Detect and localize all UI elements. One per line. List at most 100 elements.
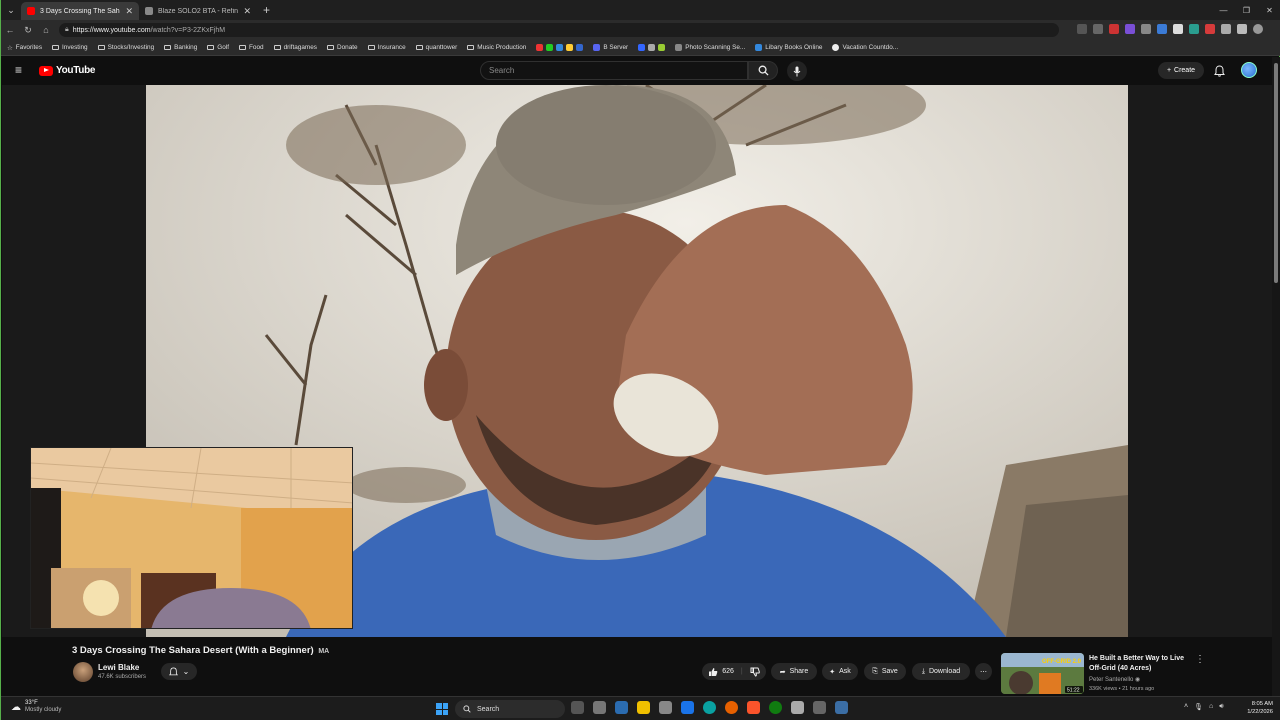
create-button[interactable]: + Create <box>1158 62 1204 79</box>
page-scrollbar[interactable] <box>1272 57 1280 697</box>
volume-icon[interactable]: 🔊︎ <box>1219 703 1223 711</box>
close-tab-icon[interactable]: ✕ <box>125 6 133 17</box>
extension-icon[interactable] <box>1125 24 1135 34</box>
recommended-title[interactable]: He Built a Better Way to Live Off-Grid (… <box>1089 654 1189 673</box>
weather-widget[interactable]: ☁ 33°F Mostly cloudy <box>11 700 61 714</box>
extension-icon[interactable] <box>1189 24 1199 34</box>
extensions-icon[interactable] <box>1221 24 1231 34</box>
network-icon[interactable]: ⌂ <box>1209 703 1213 711</box>
xbox-icon[interactable] <box>769 701 782 714</box>
subscription-notifications-button[interactable]: ⌄ <box>161 663 197 680</box>
settings-icon[interactable] <box>593 701 606 714</box>
extension-icon[interactable] <box>1141 24 1151 34</box>
reader-icon[interactable] <box>1077 24 1087 34</box>
search-input[interactable]: Search <box>480 61 748 80</box>
extension-icon[interactable] <box>1173 24 1183 34</box>
bookmark-folder-stocks[interactable]: Stocks/Investing <box>97 44 154 51</box>
tab-blaze-solo2[interactable]: Blaze SOLO2 BTA - Refined Airfin ✕ <box>139 2 257 20</box>
bookmark-photo-scanning[interactable]: Photo Scanning Se... <box>675 44 745 51</box>
tab-sahara-video[interactable]: 3 Days Crossing The Sahara Desert ✕ <box>21 2 139 20</box>
task-view-icon[interactable] <box>571 701 584 714</box>
new-tab-icon[interactable]: + <box>263 3 270 17</box>
like-button[interactable]: 626 <box>708 667 734 677</box>
microphone-icon[interactable]: 🎙︎ <box>1194 703 1203 711</box>
share-icon: ➦ <box>779 668 786 676</box>
site-icon[interactable] <box>566 44 574 51</box>
windows-start-icon[interactable] <box>436 703 448 715</box>
collections-icon[interactable] <box>1237 24 1247 34</box>
search-button[interactable] <box>748 61 778 80</box>
favorite-star-icon[interactable] <box>1093 24 1103 34</box>
restore-icon[interactable]: ❐ <box>1235 0 1258 20</box>
recommended-thumbnail[interactable]: OFF-GRID 2.0 51:22 <box>1001 653 1084 694</box>
notifications-button[interactable] <box>1214 64 1225 82</box>
refresh-icon[interactable]: ↻ <box>19 20 37 40</box>
site-icon[interactable] <box>576 44 584 51</box>
save-button[interactable]: ⎘ Save <box>864 663 906 680</box>
bookmark-vacation-countdown[interactable]: Vacation Countdo... <box>832 44 898 51</box>
ask-button[interactable]: ✦ Ask <box>822 663 858 680</box>
extension-icon[interactable] <box>1109 24 1119 34</box>
app-icon[interactable] <box>615 701 628 714</box>
bell-icon <box>1214 65 1225 77</box>
address-bar[interactable]: 🔒︎ https://www.youtube.com/watch?v=P3-2Z… <box>59 23 1059 37</box>
more-actions-button[interactable]: ⋯ <box>975 663 992 680</box>
home-icon[interactable]: ⌂ <box>37 20 55 40</box>
app-icon[interactable] <box>681 701 694 714</box>
steam-icon[interactable] <box>813 701 826 714</box>
taskbar-search[interactable]: Search <box>455 700 565 718</box>
minimize-icon[interactable]: — <box>1212 0 1235 20</box>
chevron-up-icon[interactable]: ˄ <box>1184 703 1188 711</box>
bookmark-b-server[interactable]: B Server <box>593 44 628 51</box>
extension-icon[interactable] <box>1157 24 1167 34</box>
close-window-icon[interactable]: ✕ <box>1258 0 1280 20</box>
gmail-icon[interactable] <box>536 44 544 51</box>
folder-icon <box>52 45 60 50</box>
site-icon[interactable] <box>648 44 656 51</box>
file-explorer-icon[interactable] <box>637 701 650 714</box>
close-tab-icon[interactable]: ✕ <box>243 6 251 17</box>
scrollbar-thumb[interactable] <box>1274 63 1278 283</box>
bookmark-folder-quanttower[interactable]: quanttower <box>415 44 457 51</box>
brave-icon[interactable] <box>747 701 760 714</box>
app-icon[interactable] <box>791 701 804 714</box>
recommended-more-icon[interactable]: ⋮ <box>1195 654 1205 665</box>
download-button[interactable]: ⤓ Download <box>912 663 970 680</box>
bookmark-favorites[interactable]: ☆ Favorites <box>7 44 42 52</box>
bookmark-library-books[interactable]: Libary Books Online <box>755 44 822 51</box>
site-icon[interactable] <box>556 44 564 51</box>
bookmark-folder-insurance[interactable]: Insurance <box>367 44 406 51</box>
youtube-logo[interactable]: YouTube <box>39 65 96 76</box>
account-avatar[interactable] <box>1241 62 1257 78</box>
extension-icon[interactable] <box>1205 24 1215 34</box>
voice-search-button[interactable] <box>787 61 807 81</box>
channel-avatar[interactable] <box>73 662 93 682</box>
back-icon[interactable]: ← <box>1 20 19 40</box>
app-icon[interactable] <box>835 701 848 714</box>
edge-icon[interactable] <box>703 701 716 714</box>
menu-icon[interactable]: ≡ <box>15 64 27 76</box>
phone-icon[interactable] <box>546 44 554 51</box>
discord-icon <box>593 44 601 51</box>
site-icon[interactable] <box>658 44 666 51</box>
share-button[interactable]: ➦ Share <box>771 663 817 680</box>
bookmark-folder-music[interactable]: Music Production <box>467 44 526 51</box>
calculator-icon[interactable] <box>659 701 672 714</box>
channel-name[interactable]: Lewi Blake <box>98 663 139 672</box>
search-icon <box>758 65 769 76</box>
bookmark-folder-donate[interactable]: Donate <box>326 44 358 51</box>
firefox-icon[interactable] <box>725 701 738 714</box>
url-host: https://www.youtube.com <box>72 26 151 34</box>
extension-icons <box>1077 24 1263 34</box>
site-icon[interactable] <box>638 44 646 51</box>
profile-icon[interactable] <box>1253 24 1263 34</box>
bookmark-folder-banking[interactable]: Banking <box>164 44 197 51</box>
recommended-channel[interactable]: Peter Santenello ◉ <box>1089 676 1140 683</box>
clock[interactable]: 8:05 AM 1/22/2026 <box>1241 700 1273 716</box>
bookmark-folder-investing[interactable]: Investing <box>52 44 88 51</box>
bookmark-folder-driftagames[interactable]: driftagames <box>273 44 317 51</box>
bookmark-folder-golf[interactable]: Golf <box>207 44 229 51</box>
bookmark-folder-food[interactable]: Food <box>239 44 264 51</box>
thumbs-down-icon[interactable] <box>750 667 760 677</box>
tab-actions-menu-icon[interactable]: ⌄ <box>1 0 21 20</box>
